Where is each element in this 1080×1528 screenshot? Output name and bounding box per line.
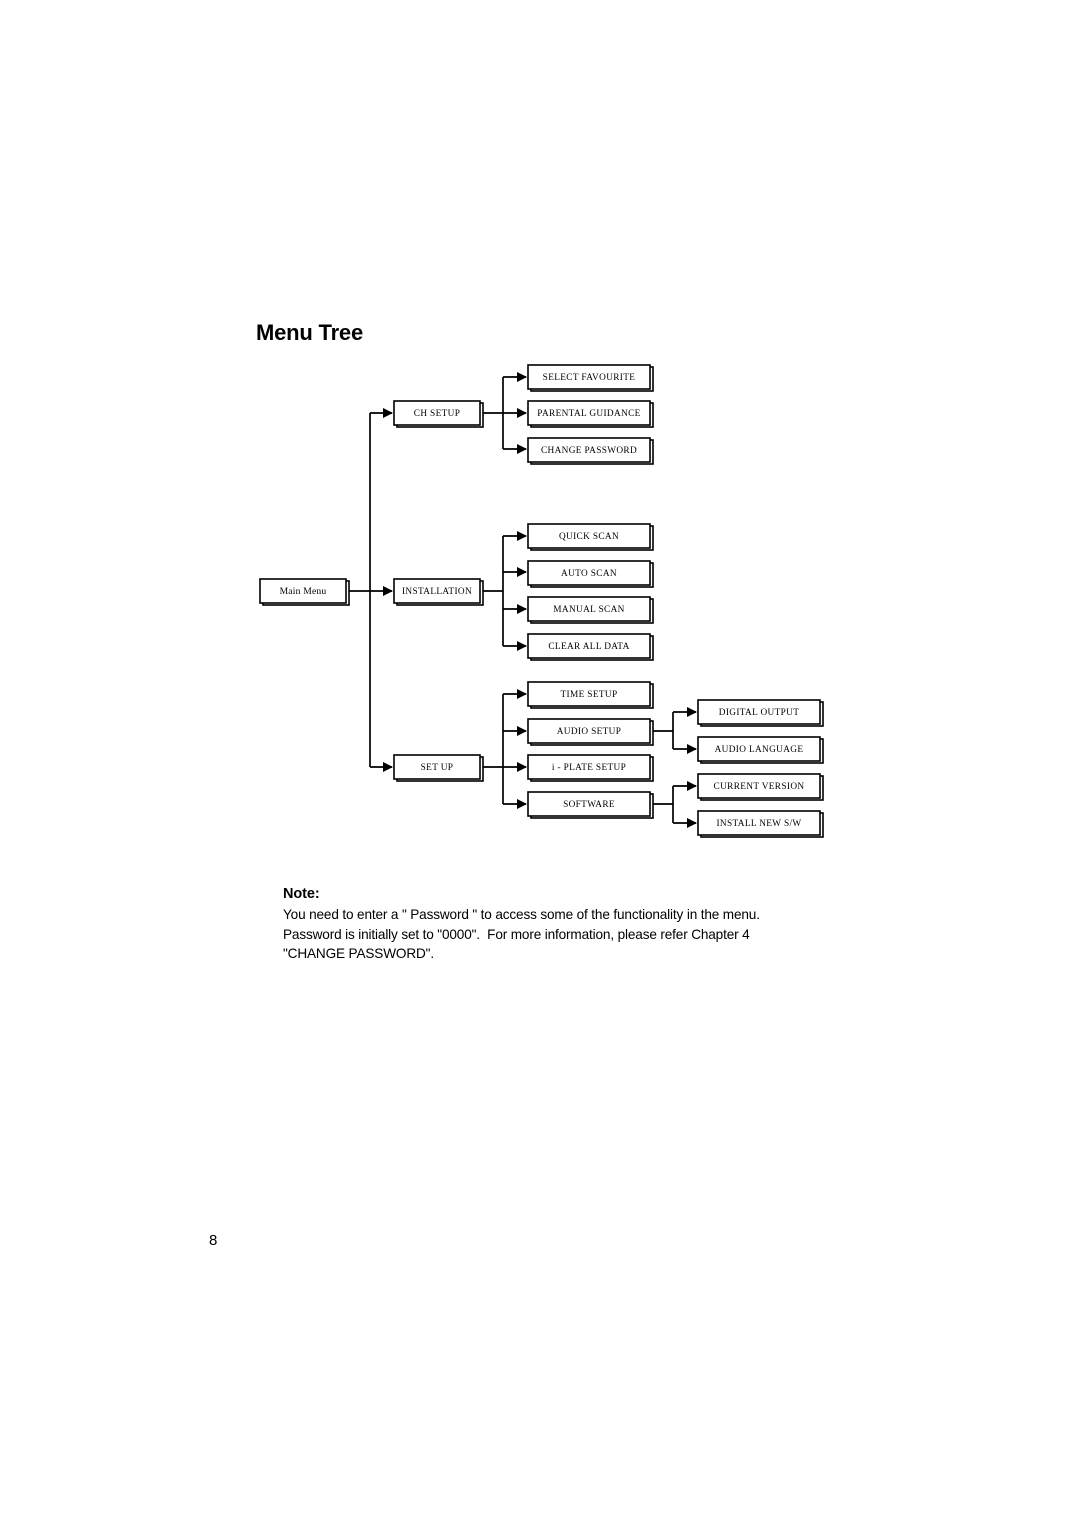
note-line-2: Password is initially set to "0000". For…	[283, 926, 750, 942]
node-label: QUICK SCAN	[559, 532, 619, 542]
node-parental-guidance[interactable]: PARENTAL GUIDANCE	[527, 400, 654, 428]
node-audio-setup[interactable]: AUDIO SETUP	[527, 718, 654, 746]
note-block: Note: You need to enter a " Password " t…	[283, 886, 843, 964]
node-label: SELECT FAVOURITE	[543, 373, 636, 383]
node-label: INSTALLATION	[402, 587, 472, 597]
node-label: AUDIO SETUP	[557, 727, 622, 737]
node-label: AUDIO LANGUAGE	[715, 745, 804, 755]
node-label: AUTO SCAN	[561, 569, 617, 579]
node-software[interactable]: SOFTWARE	[527, 791, 654, 819]
note-line-1: You need to enter a " Password " to acce…	[283, 907, 760, 922]
node-set-up[interactable]: SET UP	[393, 754, 484, 782]
node-change-password[interactable]: CHANGE PASSWORD	[527, 437, 654, 465]
node-ch-setup[interactable]: CH SETUP	[393, 400, 484, 428]
node-quick-scan[interactable]: QUICK SCAN	[527, 523, 654, 551]
node-label: CHANGE PASSWORD	[541, 446, 637, 456]
node-label: i - PLATE SETUP	[552, 763, 626, 773]
node-time-setup[interactable]: TIME SETUP	[527, 681, 654, 709]
note-heading: Note:	[283, 886, 320, 902]
node-installation[interactable]: INSTALLATION	[393, 578, 484, 606]
node-label: PARENTAL GUIDANCE	[537, 409, 640, 419]
node-main-menu[interactable]: Main Menu	[259, 578, 350, 606]
page-title: Menu Tree	[256, 320, 364, 345]
menu-tree-diagram: Main Menu CH SETUP INSTALLATION SET UP S…	[259, 364, 824, 838]
node-current-version[interactable]: CURRENT VERSION	[697, 773, 824, 801]
node-digital-output[interactable]: DIGITAL OUTPUT	[697, 699, 824, 727]
node-label: CURRENT VERSION	[714, 782, 805, 792]
node-label: Main Menu	[280, 586, 327, 597]
node-select-favourite[interactable]: SELECT FAVOURITE	[527, 364, 654, 392]
node-label: SOFTWARE	[563, 800, 615, 810]
manual-page: Menu Tree Main Menu CH SETUP INSTALLATIO…	[0, 0, 1080, 1528]
node-label: MANUAL SCAN	[553, 605, 624, 615]
node-label: DIGITAL OUTPUT	[719, 708, 800, 718]
node-label: CH SETUP	[414, 409, 460, 419]
node-i-plate-setup[interactable]: i - PLATE SETUP	[527, 754, 654, 782]
node-audio-language[interactable]: AUDIO LANGUAGE	[697, 736, 824, 764]
node-install-new-sw[interactable]: INSTALL NEW S/W	[697, 810, 824, 838]
node-manual-scan[interactable]: MANUAL SCAN	[527, 596, 654, 624]
page-number: 8	[209, 1232, 218, 1249]
node-clear-all-data[interactable]: CLEAR ALL DATA	[527, 633, 654, 661]
node-label: TIME SETUP	[561, 690, 618, 700]
node-label: SET UP	[421, 763, 454, 773]
node-auto-scan[interactable]: AUTO SCAN	[527, 560, 654, 588]
note-line-3: "CHANGE PASSWORD".	[283, 946, 434, 961]
node-label: CLEAR ALL DATA	[548, 642, 629, 652]
node-label: INSTALL NEW S/W	[716, 819, 801, 829]
